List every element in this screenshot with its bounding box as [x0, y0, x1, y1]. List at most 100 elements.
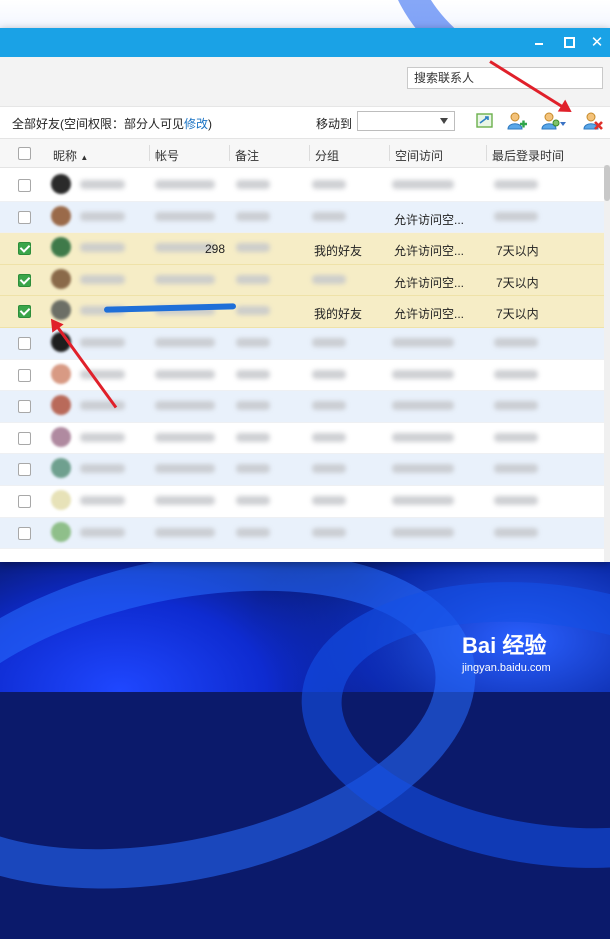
add-contact-icon[interactable] — [506, 111, 528, 131]
blurred-content — [312, 337, 346, 347]
blurred-content — [80, 243, 125, 253]
blurred-content — [155, 337, 215, 347]
blurred-content — [236, 401, 270, 411]
blurred-content — [392, 527, 454, 537]
table-row[interactable] — [0, 517, 604, 550]
blurred-content — [236, 337, 270, 347]
blurred-content — [80, 527, 125, 537]
blurred-content — [155, 464, 215, 474]
row-checkbox[interactable] — [18, 431, 31, 445]
row-checkbox[interactable] — [18, 368, 31, 382]
blurred-content — [392, 401, 454, 411]
blurred-content — [312, 495, 346, 505]
blurred-content — [494, 432, 538, 442]
move-to-select[interactable] — [357, 111, 455, 131]
blurred-content — [494, 337, 538, 347]
table-row[interactable] — [0, 454, 604, 486]
friend-summary: 全部好友(空间权限：部分人可见修改) — [12, 117, 213, 131]
export-contact-icon[interactable] — [474, 111, 496, 131]
blurred-content — [494, 464, 538, 474]
blurred-content — [236, 180, 270, 189]
scrollbar-thumb[interactable] — [604, 165, 610, 201]
blurred-content — [312, 274, 346, 284]
blurred-content — [80, 495, 125, 505]
delete-contact-icon[interactable] — [582, 111, 604, 131]
account-cell: 298 — [205, 242, 226, 257]
watermark-url: jingyan.baidu.com — [462, 662, 551, 674]
contact-list: 允许访问空... 298 我的好友 允许访问空... 7天以内 允许访问空... 7天以内我… — [0, 170, 604, 550]
space-access-cell: 允许访问空... — [394, 275, 465, 290]
table-row[interactable]: 允许访问空... — [0, 201, 604, 234]
column-space-access[interactable]: 空间访问 — [395, 147, 443, 164]
vertical-scrollbar[interactable] — [604, 165, 610, 562]
blurred-content — [312, 211, 346, 221]
blurred-content — [494, 369, 538, 379]
column-nickname[interactable]: 昵称 ▲ — [53, 147, 88, 164]
blurred-content — [80, 180, 125, 189]
blurred-content — [312, 369, 346, 379]
blurred-content — [236, 432, 270, 442]
blurred-content — [80, 432, 125, 442]
blurred-content — [236, 306, 270, 316]
table-row[interactable]: 298 我的好友 允许访问空... 7天以内 — [0, 233, 604, 265]
avatar — [51, 237, 71, 258]
group-cell: 我的好友 — [314, 307, 363, 322]
blurred-content — [392, 432, 454, 442]
row-checkbox[interactable] — [18, 210, 31, 224]
column-group[interactable]: 分组 — [315, 147, 339, 164]
row-checkbox[interactable] — [18, 526, 31, 540]
blurred-content — [155, 274, 215, 284]
blurred-content — [236, 495, 270, 505]
blurred-content — [80, 337, 125, 347]
maximize-icon[interactable] — [554, 28, 584, 57]
column-last-login[interactable]: 最后登录时间 — [492, 147, 564, 164]
avatar — [51, 174, 71, 194]
select-all-checkbox[interactable] — [18, 147, 31, 160]
row-checkbox[interactable] — [18, 305, 31, 319]
table-row[interactable]: 允许访问空... 7天以内 — [0, 264, 604, 297]
row-checkbox[interactable] — [18, 179, 31, 192]
blurred-content — [236, 274, 270, 284]
table-row[interactable]: 我的好友 允许访问空... 7天以内 — [0, 296, 604, 328]
toolbar: 全部好友(空间权限：部分人可见修改) 移动到 — [0, 107, 610, 138]
row-checkbox[interactable] — [18, 400, 31, 414]
table-row[interactable] — [0, 423, 604, 455]
avatar — [51, 426, 71, 447]
group-cell: 我的好友 — [314, 244, 363, 259]
modify-permission-link[interactable]: 修改 — [184, 117, 208, 131]
minimize-icon[interactable] — [524, 28, 554, 57]
table-row[interactable] — [0, 391, 604, 423]
title-bar[interactable]: ✕ — [0, 28, 610, 57]
blurred-content — [494, 211, 538, 221]
blurred-content — [494, 495, 538, 505]
row-checkbox[interactable] — [18, 242, 31, 256]
space-access-cell: 允许访问空... — [394, 244, 465, 259]
blurred-content — [392, 495, 454, 505]
table-row[interactable] — [0, 486, 604, 518]
column-account[interactable]: 帐号 — [155, 147, 179, 164]
last-login-cell: 7天以内 — [496, 244, 539, 259]
blurred-content — [155, 180, 215, 189]
blurred-content — [312, 527, 346, 537]
blurred-content — [392, 464, 454, 474]
row-checkbox[interactable] — [18, 494, 31, 508]
space-access-cell: 允许访问空... — [394, 307, 465, 322]
blurred-content — [155, 369, 215, 379]
avatar — [51, 395, 71, 416]
blurred-content — [236, 464, 270, 474]
row-checkbox[interactable] — [18, 463, 31, 477]
table-row[interactable] — [0, 327, 604, 360]
blurred-content — [494, 527, 538, 537]
close-icon[interactable]: ✕ — [582, 28, 610, 57]
row-checkbox[interactable] — [18, 336, 31, 350]
table-row[interactable] — [0, 170, 604, 202]
last-login-cell: 7天以内 — [496, 275, 539, 290]
blurred-content — [236, 527, 270, 537]
baidu-watermark: Bai 经验 jingyan.baidu.com — [462, 628, 551, 674]
table-header: 昵称 ▲ 帐号 备注 分组 空间访问 最后登录时间 — [0, 138, 610, 168]
row-checkbox[interactable] — [18, 273, 31, 287]
column-remark[interactable]: 备注 — [235, 147, 259, 164]
blurred-content — [155, 527, 215, 537]
avatar — [51, 521, 71, 542]
blurred-content — [155, 432, 215, 442]
